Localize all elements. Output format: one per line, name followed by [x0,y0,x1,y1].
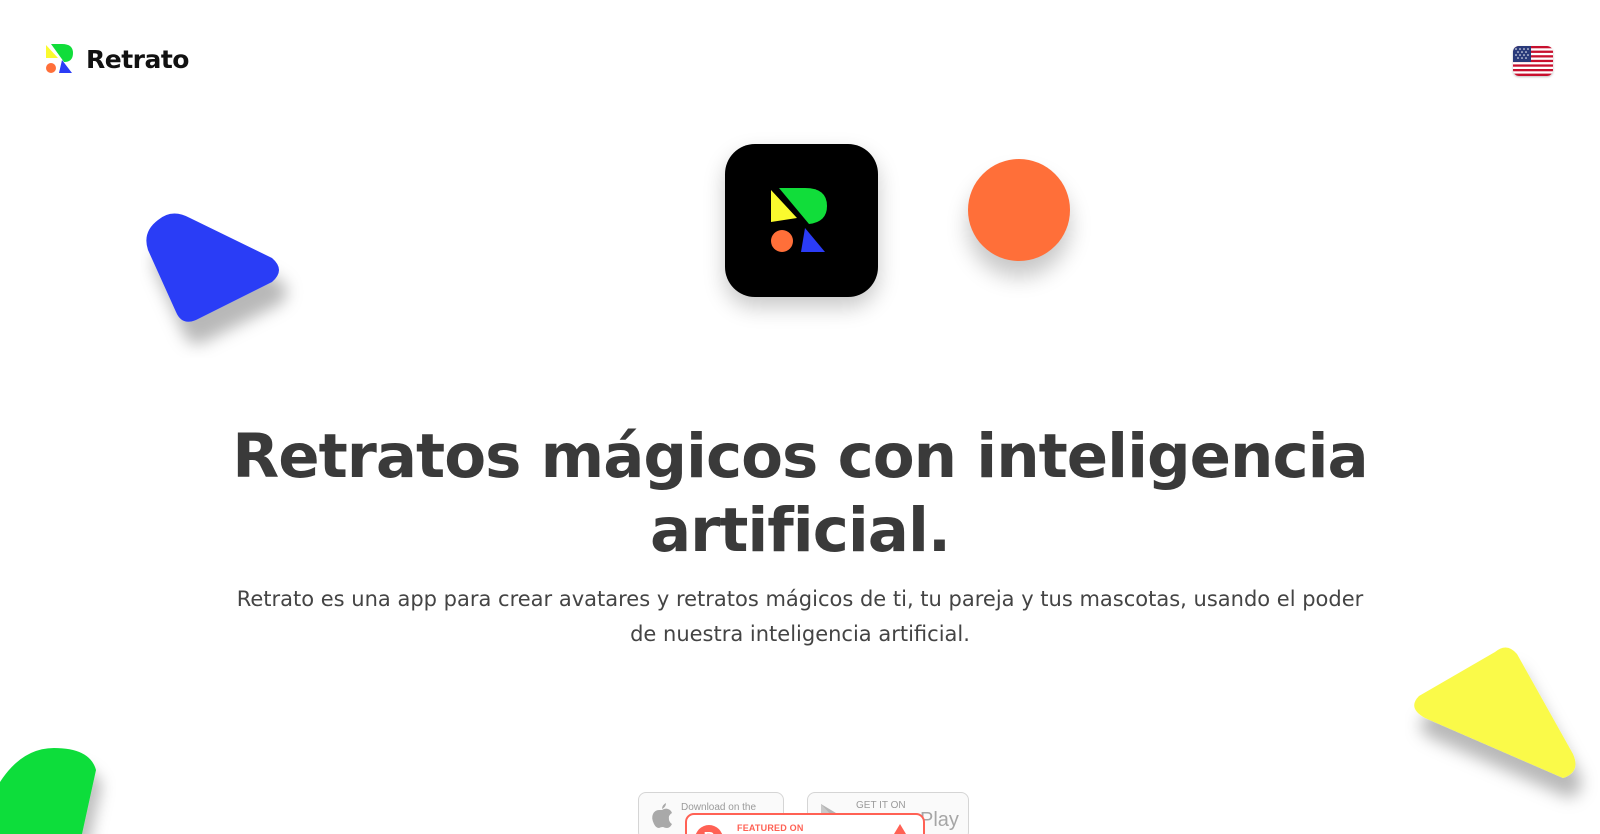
hero-title: Retratos mágicos con inteligencia artifi… [200,420,1400,568]
hero-title-line-2: artificial. [649,495,951,566]
orange-circle-shape [968,159,1070,261]
google-play-small-text: GET IT ON [856,800,906,811]
hero-subtitle-line-1: Retrato es una app para crear avatares y… [236,587,1364,611]
site-header: Retrato [0,0,1600,120]
app-icon [725,144,878,297]
brand-name: Retrato [86,44,189,74]
brand-home-link[interactable]: Retrato [46,44,189,74]
retrato-app-logo-icon [771,188,827,252]
language-selector[interactable] [1513,46,1553,76]
upvote-arrow-icon [894,824,906,834]
product-hunt-badge[interactable]: P FEATURED ON [685,813,925,834]
product-hunt-featured-text: FEATURED ON [737,823,804,833]
green-blob-shape [0,748,96,834]
retrato-logo-icon [46,44,73,73]
hero-title-line-1: Retratos mágicos con inteligencia [232,421,1368,492]
us-flag-icon [1513,46,1553,76]
yellow-triangle-shape [1414,647,1576,778]
apple-icon [652,803,672,828]
blue-triangle-shape [146,213,279,322]
hero-subtitle: Retrato es una app para crear avatares y… [200,582,1400,652]
app-store-small-text: Download on the [681,802,757,813]
hero-subtitle-line-2: de nuestra inteligencia artificial. [630,622,970,646]
product-hunt-icon: P [695,825,723,834]
google-play-big-text: Play [920,809,959,831]
